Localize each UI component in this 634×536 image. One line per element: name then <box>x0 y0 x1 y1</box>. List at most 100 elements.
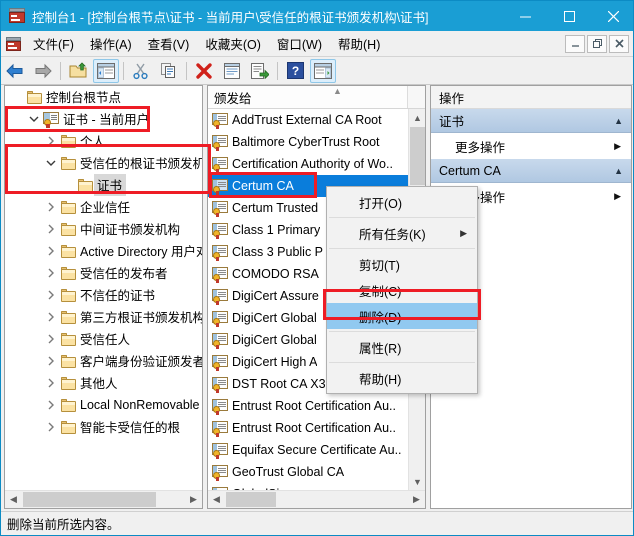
console-tree[interactable]: 控制台根节点证书 - 当前用户个人受信任的根证书颁发机构证书企业信任中间证书颁发… <box>5 86 202 490</box>
chevron-right-icon[interactable] <box>43 309 59 325</box>
help-icon[interactable]: ? <box>282 59 308 83</box>
tree-node[interactable]: Local NonRemovable Ce <box>5 394 202 416</box>
status-bar-text: 删除当前所选内容。 <box>7 518 120 532</box>
chevron-right-icon[interactable] <box>43 331 59 347</box>
tree-node[interactable]: 受信任的根证书颁发机构 <box>5 152 202 174</box>
certificate-list-row[interactable]: Entrust Root Certification Au.. <box>208 417 408 439</box>
column-header-label: 颁发给 <box>214 91 252 106</box>
certificate-list-row[interactable]: Certification Authority of Wo.. <box>208 153 408 175</box>
tree-node[interactable]: 企业信任 <box>5 196 202 218</box>
title-bar[interactable]: 控制台1 - [控制台根节点\证书 - 当前用户\受信任的根证书颁发机构\证书] <box>1 1 633 31</box>
certificate-list-row[interactable]: GeoTrust Global CA <box>208 461 408 483</box>
chevron-right-icon[interactable] <box>43 353 59 369</box>
certificate-list-row[interactable]: Entrust Root Certification Au.. <box>208 395 408 417</box>
actions-item[interactable]: 更多操作 ▶ <box>431 133 631 159</box>
scroll-left-icon[interactable]: ◀ <box>5 491 22 508</box>
tree-node-label: 不信任的证书 <box>80 289 156 303</box>
scroll-left-icon[interactable]: ◀ <box>208 491 225 508</box>
list-horizontal-scrollbar[interactable]: ◀ ▶ <box>208 490 425 508</box>
tree-node[interactable]: 受信任的发布者 <box>5 262 202 284</box>
tree-node[interactable]: 证书 <box>5 174 202 196</box>
certificate-icon <box>212 377 232 393</box>
tree-node[interactable]: 其他人 <box>5 372 202 394</box>
menu-file[interactable]: 文件(F) <box>25 30 82 57</box>
context-menu[interactable]: 打开(O) 所有任务(K) ▶ 剪切(T) 复制(C) 删除(D) 属性(R) 帮助(H) <box>326 186 478 394</box>
certificate-list-row[interactable]: GlobalSign <box>208 483 408 490</box>
minimize-button[interactable] <box>503 1 547 31</box>
tree-node[interactable]: 证书 - 当前用户 <box>5 108 202 130</box>
certificate-name: Entrust Root Certification Au.. <box>232 399 396 413</box>
tree-hscroll-thumb[interactable] <box>23 492 156 507</box>
chevron-right-icon[interactable] <box>43 397 59 413</box>
delete-icon[interactable] <box>191 59 217 83</box>
chevron-right-icon[interactable] <box>43 419 59 435</box>
list-hscroll-thumb[interactable] <box>226 492 276 507</box>
mdi-close-button[interactable] <box>609 34 629 53</box>
folder-icon <box>59 244 77 258</box>
folder-icon <box>59 376 77 390</box>
tree-node[interactable]: 第三方根证书颁发机构 <box>5 306 202 328</box>
tree-node[interactable]: 客户端身份验证颁发者 <box>5 350 202 372</box>
scroll-down-icon[interactable]: ▼ <box>409 473 425 490</box>
back-icon[interactable] <box>2 59 28 83</box>
tree-node[interactable]: 智能卡受信任的根 <box>5 416 202 438</box>
actions-group-header[interactable]: Certum CA ▲ <box>431 159 631 183</box>
context-menu-separator <box>329 331 475 332</box>
actions-group-header[interactable]: 证书 ▲ <box>431 109 631 133</box>
menu-favorites[interactable]: 收藏夹(O) <box>197 30 269 57</box>
chevron-right-icon[interactable] <box>43 375 59 391</box>
context-menu-item[interactable]: 复制(C) <box>327 277 477 303</box>
chevron-down-icon[interactable] <box>43 155 59 171</box>
tree-node[interactable]: 中间证书颁发机构 <box>5 218 202 240</box>
cut-icon[interactable] <box>128 59 154 83</box>
tree-node[interactable]: Active Directory 用户对象 <box>5 240 202 262</box>
chevron-right-icon[interactable] <box>43 221 59 237</box>
chevron-down-icon[interactable] <box>26 111 42 127</box>
export-list-icon[interactable] <box>247 59 273 83</box>
chevron-right-icon[interactable] <box>43 287 59 303</box>
tree-node[interactable]: 受信任人 <box>5 328 202 350</box>
tree-node-label: 个人 <box>80 135 106 149</box>
maximize-button[interactable] <box>547 1 591 31</box>
column-header-issued-to[interactable]: 颁发给 ▲ <box>208 86 408 108</box>
context-menu-item[interactable]: 所有任务(K) ▶ <box>327 220 477 246</box>
chevron-right-icon[interactable] <box>43 199 59 215</box>
show-hide-console-tree-icon[interactable] <box>93 58 119 83</box>
chevron-up-icon[interactable]: ▲ <box>614 166 623 176</box>
up-one-level-icon[interactable] <box>65 59 91 83</box>
show-hide-action-pane-icon[interactable] <box>310 58 336 83</box>
scroll-right-icon[interactable]: ▶ <box>185 491 202 508</box>
tree-horizontal-scrollbar[interactable]: ◀ ▶ <box>5 490 202 508</box>
menu-window[interactable]: 窗口(W) <box>269 30 330 57</box>
menu-action[interactable]: 操作(A) <box>82 30 140 57</box>
copy-icon[interactable] <box>156 59 182 83</box>
tree-node[interactable]: 不信任的证书 <box>5 284 202 306</box>
certificate-list-row[interactable]: Baltimore CyberTrust Root <box>208 131 408 153</box>
context-menu-item[interactable]: 属性(R) <box>327 334 477 360</box>
scroll-right-icon[interactable]: ▶ <box>408 491 425 508</box>
chevron-right-icon[interactable] <box>43 133 59 149</box>
certificate-list-row[interactable]: AddTrust External CA Root <box>208 109 408 131</box>
tree-node-label: 第三方根证书颁发机构 <box>80 311 202 325</box>
context-menu-item[interactable]: 删除(D) <box>327 303 477 329</box>
certificate-list-row[interactable]: Equifax Secure Certificate Au.. <box>208 439 408 461</box>
context-menu-item[interactable]: 打开(O) <box>327 189 477 215</box>
tree-node[interactable]: 个人 <box>5 130 202 152</box>
forward-icon[interactable] <box>30 59 56 83</box>
chevron-up-icon[interactable]: ▲ <box>614 116 623 126</box>
context-menu-item[interactable]: 帮助(H) <box>327 365 477 391</box>
certificate-icon <box>212 223 232 239</box>
chevron-right-icon[interactable] <box>43 265 59 281</box>
context-menu-item[interactable]: 剪切(T) <box>327 251 477 277</box>
close-button[interactable] <box>591 1 633 31</box>
properties-icon[interactable] <box>219 59 245 83</box>
list-vscroll-thumb[interactable] <box>410 127 425 185</box>
menu-help[interactable]: 帮助(H) <box>330 30 388 57</box>
mdi-restore-button[interactable] <box>587 34 607 53</box>
chevron-right-icon[interactable] <box>43 243 59 259</box>
mdi-minimize-button[interactable] <box>565 34 585 53</box>
tree-node[interactable]: 控制台根节点 <box>5 86 202 108</box>
menu-view[interactable]: 查看(V) <box>140 30 198 57</box>
scroll-up-icon[interactable]: ▲ <box>409 109 425 126</box>
certificate-name: GeoTrust Global CA <box>232 465 345 479</box>
